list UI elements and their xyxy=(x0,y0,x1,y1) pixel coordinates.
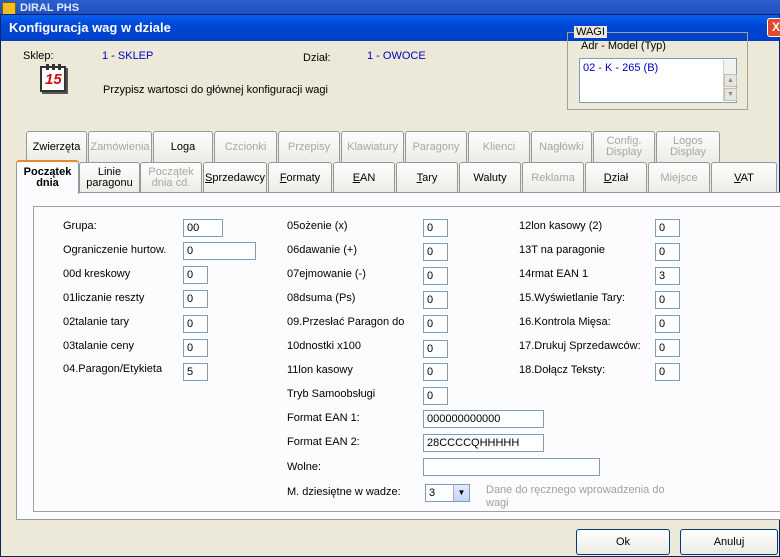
field-label: 03talanie ceny xyxy=(63,340,134,352)
wagi-scrollbar[interactable]: ▲ ▼ xyxy=(723,60,737,101)
field-label: 16.Kontrola Mięsa: xyxy=(519,316,611,328)
field-label: Ograniczenie hurtow. xyxy=(63,244,167,256)
wagi-list[interactable]: 02 - K - 265 (B) ▲ ▼ xyxy=(579,58,737,103)
wolne-input[interactable] xyxy=(423,458,600,476)
kod-kreskowy-input[interactable]: 0 xyxy=(183,266,208,284)
wagi-column-header: Adr - Model (Typ) xyxy=(581,40,666,52)
tab-miejsce[interactable]: Miejsce xyxy=(648,162,710,193)
field-label: 06dawanie (+) xyxy=(287,244,358,256)
ograniczenie-hurtow-input[interactable]: 0 xyxy=(183,242,256,260)
dodawanie-input[interactable]: 0 xyxy=(423,243,448,261)
tab-waluty[interactable]: Waluty xyxy=(459,162,521,193)
tab-config-display[interactable]: Config. Display xyxy=(593,131,655,162)
decimal-places-select[interactable]: 3 ▼ xyxy=(425,484,470,502)
field-label: 15.Wyświetlanie Tary: xyxy=(519,292,626,304)
tab-poczatek-dnia-cd[interactable]: Początek dnia cd. xyxy=(140,162,202,193)
background-app-title: DIRAL PHS xyxy=(20,2,80,14)
field-label: 14rmat EAN 1 xyxy=(519,268,589,280)
chevron-down-icon[interactable]: ▼ xyxy=(453,485,469,501)
tab-klienci[interactable]: Klienci xyxy=(468,131,530,162)
field-label: 12lon kasowy (2) xyxy=(519,220,603,232)
tab-klawiatury[interactable]: Klawiatury xyxy=(341,131,404,162)
format-ean1-input[interactable]: 000000000000 xyxy=(423,410,544,428)
wagi-legend: WAGI xyxy=(574,26,607,38)
field-label: 13T na paragonie xyxy=(519,244,606,256)
przeslac-paragon-input[interactable]: 0 xyxy=(423,315,448,333)
tab-logos-display[interactable]: Logos Display xyxy=(656,131,720,162)
mnozenie-input[interactable]: 0 xyxy=(423,219,448,237)
tab-sprzedawcy[interactable]: Sprzedawcy xyxy=(203,162,267,193)
podsuma-input[interactable]: 0 xyxy=(423,291,448,309)
wagi-list-item[interactable]: 02 - K - 265 (B) xyxy=(583,62,658,74)
field-label: 07ejmowanie (-) xyxy=(287,268,366,280)
ok-button[interactable]: Ok xyxy=(576,529,670,555)
tab-zwierzeta[interactable]: Zwierzęta xyxy=(26,131,87,162)
close-button[interactable]: X xyxy=(767,18,780,37)
wyswietlanie-tary-input[interactable]: 0 xyxy=(655,291,680,309)
field-label: 00d kreskowy xyxy=(63,268,131,280)
shop-value: 1 - SKLEP xyxy=(102,50,154,62)
format-ean2-input[interactable]: 28CCCCQHHHHH xyxy=(423,434,544,452)
numer-kasowy-2-input[interactable]: 0 xyxy=(655,219,680,237)
field-label: Grupa: xyxy=(63,220,97,232)
decimal-places-label: M. dziesiętne w wadze: xyxy=(287,486,401,498)
tab-zamowienia[interactable]: Zamówienia xyxy=(88,131,152,162)
tab-loga[interactable]: Loga xyxy=(153,131,213,162)
field-label: 01liczanie reszty xyxy=(63,292,145,304)
liczanie-reszty-input[interactable]: 0 xyxy=(183,290,208,308)
tab-naglowki[interactable]: Nagłówki xyxy=(531,131,592,162)
manual-entry-hint: Dane do ręcznego wprowadzenia do wagi xyxy=(486,484,665,509)
talanie-tary-input[interactable]: 0 xyxy=(183,315,208,333)
paragon-etykieta-input[interactable]: 5 xyxy=(183,363,208,381)
tab-poczatek-dnia[interactable]: Początek dnia xyxy=(16,160,79,194)
shop-label: Sklep: xyxy=(23,50,54,62)
dept-value: 1 - OWOCE xyxy=(367,50,426,62)
wolne-label: Wolne: xyxy=(287,461,322,473)
field-label: 02talanie tary xyxy=(63,316,130,328)
field-label: Tryb Samoobsługi xyxy=(287,388,376,400)
drukuj-sprzedawcow-input[interactable]: 0 xyxy=(655,339,680,357)
talanie-ceny-input[interactable]: 0 xyxy=(183,339,208,357)
scroll-down-icon[interactable]: ▼ xyxy=(724,88,737,101)
tab-czcionki[interactable]: Czcionki xyxy=(214,131,277,162)
scroll-up-icon[interactable]: ▲ xyxy=(724,74,737,87)
tab-ean[interactable]: EAN xyxy=(333,162,395,193)
field-label: 05ożenie (x) xyxy=(287,220,348,232)
dept-label: Dział: xyxy=(303,52,331,64)
tab-linie-paragonu[interactable]: Linie paragonu xyxy=(79,162,140,193)
field-label: 11lon kasowy xyxy=(287,364,353,376)
dialog-title: Konfiguracja wag w dziale xyxy=(9,20,171,35)
jednostki-x100-input[interactable]: 0 xyxy=(423,340,448,358)
cancel-button[interactable]: Anuluj xyxy=(680,529,778,555)
decimal-places-value: 3 xyxy=(429,487,436,499)
format-ean2-label: Format EAN 2: xyxy=(287,436,360,448)
format-ean-1-code-input[interactable]: 3 xyxy=(655,267,680,285)
tab-formaty[interactable]: Formaty xyxy=(268,162,332,193)
odejmowanie-input[interactable]: 0 xyxy=(423,267,448,285)
tab-vat[interactable]: VAT xyxy=(711,162,777,193)
field-label: 17.Drukuj Sprzedawców: xyxy=(519,340,641,352)
field-label: 04.Paragon/Etykieta xyxy=(63,363,163,375)
numer-kasowy-input[interactable]: 0 xyxy=(423,363,448,381)
tab-paragony[interactable]: Paragony xyxy=(405,131,467,162)
tryb-samoobslugi-input[interactable]: 0 xyxy=(423,387,448,405)
tab-tary[interactable]: Tary xyxy=(396,162,458,193)
grupa-input[interactable]: 00 xyxy=(183,219,223,237)
vat-na-paragonie-input[interactable]: 0 xyxy=(655,243,680,261)
tab-dzial[interactable]: Dział xyxy=(585,162,647,193)
calendar-number: 15 xyxy=(45,71,62,88)
calendar-icon[interactable]: 15 xyxy=(40,64,66,92)
field-label: 09.Przesłać Paragon do xyxy=(287,316,405,328)
field-label: 08dsuma (Ps) xyxy=(287,292,356,304)
field-label: 18.Dołącz Teksty: xyxy=(519,364,606,376)
kontrola-miesa-input[interactable]: 0 xyxy=(655,315,680,333)
dolacz-teksty-input[interactable]: 0 xyxy=(655,363,680,381)
assign-config-text: Przypisz wartosci do głównej konfiguracj… xyxy=(103,84,328,96)
tab-przepisy[interactable]: Przepisy xyxy=(278,131,340,162)
format-ean1-label: Format EAN 1: xyxy=(287,412,360,424)
tab-reklama[interactable]: Reklama xyxy=(522,162,584,193)
field-label: 10dnostki x100 xyxy=(287,340,361,352)
